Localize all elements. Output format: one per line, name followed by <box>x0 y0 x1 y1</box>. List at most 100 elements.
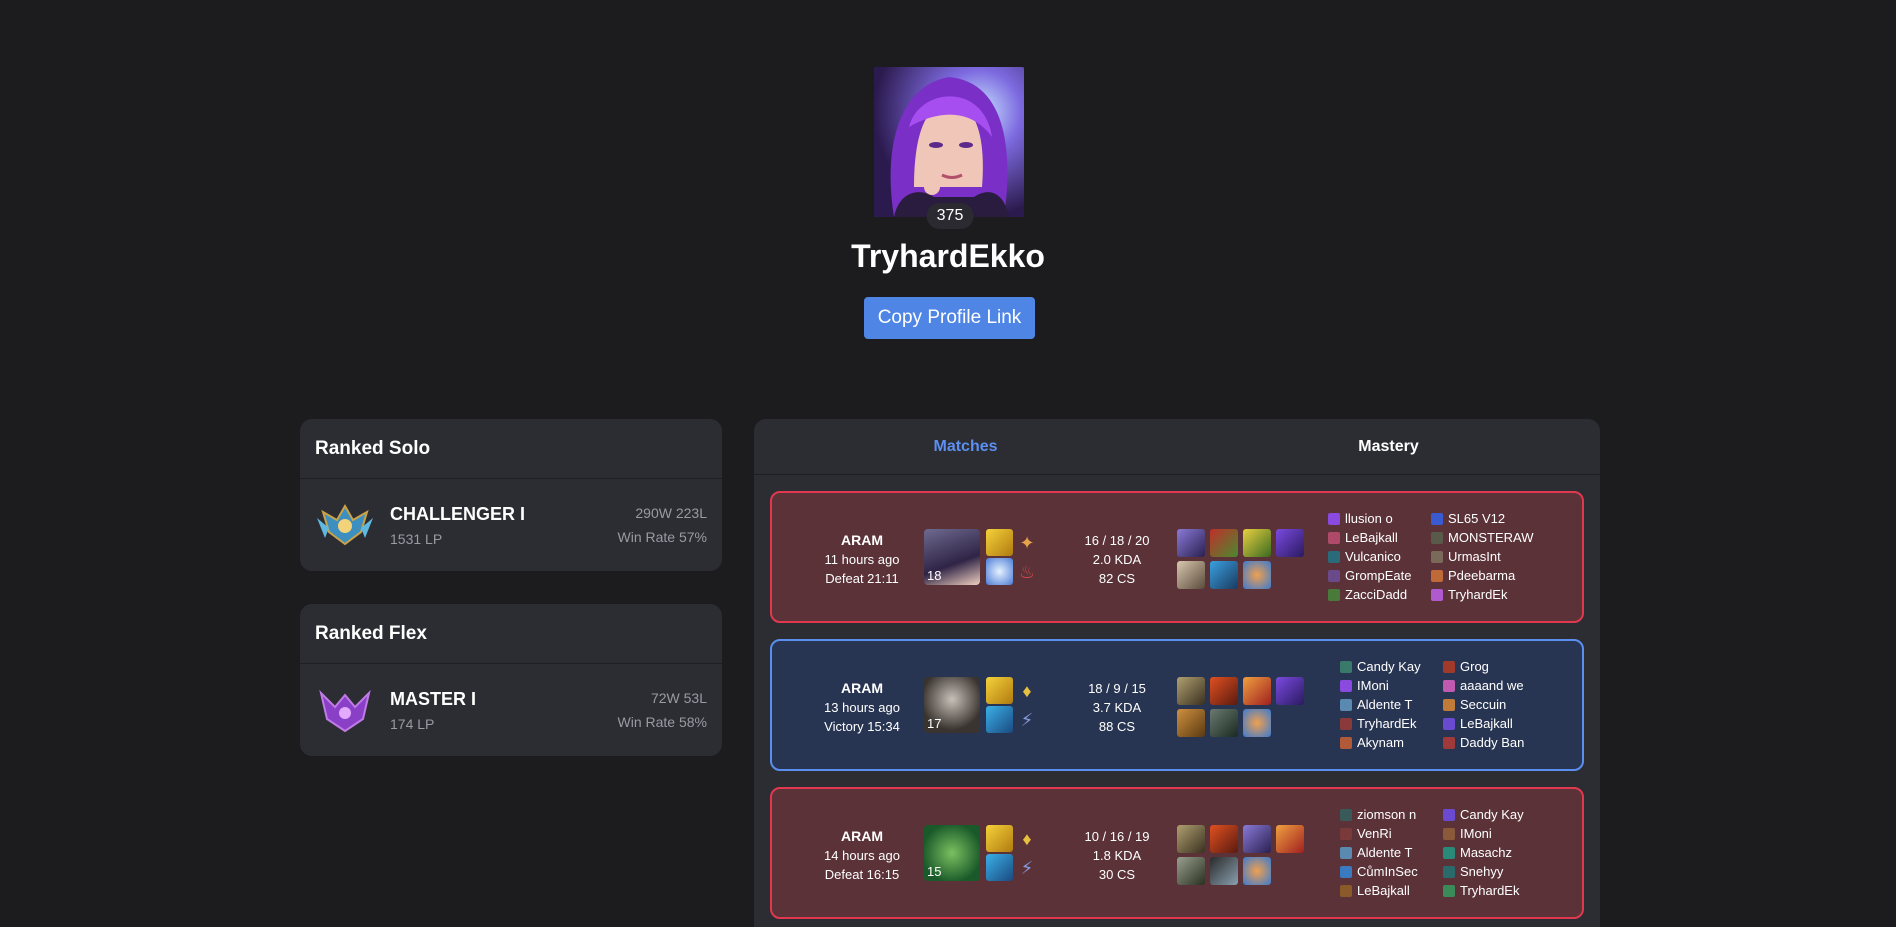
player-entry[interactable]: IMoni <box>1340 676 1443 695</box>
level-badge: 375 <box>926 203 974 229</box>
copy-profile-link-button[interactable]: Copy Profile Link <box>864 297 1035 339</box>
match-time: 11 hours ago <box>824 552 900 567</box>
match-result: Victory 15:34 <box>824 719 900 734</box>
rune-secondary-icon: ♨ <box>1018 561 1036 582</box>
item-icon <box>1243 709 1271 737</box>
cs-count: 88 CS <box>1098 719 1136 734</box>
player-entry[interactable]: ZacciDadd <box>1328 585 1431 604</box>
player-entry[interactable]: LeBajkall <box>1340 881 1443 900</box>
match-card[interactable]: ARAM 13 hours ago Victory 15:34 17 ♦ ⚡ 1… <box>770 639 1584 771</box>
player-entry[interactable]: TryhardEk <box>1443 881 1546 900</box>
mark-spell-icon <box>986 854 1013 881</box>
item-icon <box>1210 825 1238 853</box>
item-icon <box>1177 825 1205 853</box>
player-entry[interactable]: ziomson n <box>1340 805 1443 824</box>
flash-spell-icon <box>986 677 1013 704</box>
match-players: ziomson n Candy Kay VenRi IMoni Aldente … <box>1340 805 1546 900</box>
rune-secondary-icon: ⚡ <box>1020 857 1034 878</box>
player-entry[interactable]: VenRi <box>1340 824 1443 843</box>
player-entry[interactable]: Candy Kay <box>1340 657 1443 676</box>
profile-avatar-wrap: 375 <box>874 67 1026 229</box>
player-entry[interactable]: aaaand we <box>1443 676 1546 695</box>
match-result: Defeat 21:11 <box>825 571 899 586</box>
item-icon <box>1243 529 1271 557</box>
kda-score: 10 / 16 / 19 <box>1084 829 1150 844</box>
rune-keystone-icon: ♦ <box>1022 680 1032 701</box>
ranked-flex-lp: 174 LP <box>390 715 435 732</box>
player-entry[interactable]: Aldente T <box>1340 695 1443 714</box>
player-entry[interactable]: UrmasInt <box>1431 547 1534 566</box>
item-icon <box>1210 709 1238 737</box>
item-icon <box>1276 825 1304 853</box>
player-entry[interactable]: Pdeebarma <box>1431 566 1534 585</box>
player-entry[interactable]: Daddy Ban <box>1443 733 1546 752</box>
match-players: Candy Kay Grog IMoni aaaand we Aldente T… <box>1340 657 1546 752</box>
player-entry[interactable]: GrompEate <box>1328 566 1431 585</box>
kda-ratio: 1.8 KDA <box>1092 848 1142 863</box>
player-entry[interactable]: Candy Kay <box>1443 805 1546 824</box>
ranked-flex-body: MASTER I 174 LP 72W 53L Win Rate 58% <box>300 664 722 756</box>
ranked-flex-tier: MASTER I <box>390 688 477 709</box>
player-entry[interactable]: MONSTERAW <box>1431 528 1534 547</box>
match-card[interactable]: ARAM 14 hours ago Defeat 16:15 15 ♦ ⚡ 10… <box>770 787 1584 919</box>
kda-score: 18 / 9 / 15 <box>1088 681 1146 696</box>
item-build <box>1177 529 1307 589</box>
match-players: llusion o SL65 V12 LeBajkall MONSTERAW V… <box>1328 509 1534 604</box>
player-entry[interactable]: SL65 V12 <box>1431 509 1534 528</box>
item-icon <box>1177 857 1205 885</box>
item-icon <box>1210 529 1238 557</box>
flash-spell-icon <box>986 529 1013 556</box>
match-result: Defeat 16:15 <box>824 867 900 882</box>
matches-panel: Matches Mastery ARAM 11 hours ago Defeat… <box>754 419 1600 927</box>
panel-tabs: Matches Mastery <box>754 419 1600 475</box>
player-entry[interactable]: Seccuin <box>1443 695 1546 714</box>
tab-mastery[interactable]: Mastery <box>1177 419 1600 474</box>
item-icon <box>1243 857 1271 885</box>
player-entry[interactable]: TryhardEk <box>1431 585 1534 604</box>
ranked-solo-tier: CHALLENGER I <box>390 503 525 524</box>
player-entry[interactable]: Grog <box>1443 657 1546 676</box>
match-mode: ARAM <box>841 532 883 548</box>
player-entry[interactable]: Akynam <box>1340 733 1443 752</box>
item-icon <box>1177 677 1205 705</box>
player-entry[interactable]: LeBajkall <box>1443 714 1546 733</box>
player-entry[interactable]: LeBajkall <box>1328 528 1431 547</box>
champion-level: 18 <box>927 568 942 583</box>
rune-keystone-icon: ✦ <box>1019 532 1035 553</box>
tab-matches[interactable]: Matches <box>754 419 1177 474</box>
player-entry[interactable]: Snehyy <box>1443 862 1546 881</box>
item-icon <box>1276 529 1304 557</box>
player-entry[interactable]: TryhardEk <box>1340 714 1443 733</box>
kda-score: 16 / 18 / 20 <box>1084 533 1150 548</box>
item-icon <box>1243 561 1271 589</box>
player-entry[interactable]: IMoni <box>1443 824 1546 843</box>
item-build <box>1177 825 1307 885</box>
summoner-name: TryhardEkko <box>851 238 1045 274</box>
item-icon <box>1210 857 1238 885</box>
item-icon <box>1177 561 1205 589</box>
player-entry[interactable]: Masachz <box>1443 843 1546 862</box>
cs-count: 82 CS <box>1098 571 1136 586</box>
ranked-flex-title: Ranked Flex <box>300 604 722 664</box>
ranked-solo-body: CHALLENGER I 1531 LP 290W 223L Win Rate … <box>300 479 722 571</box>
match-card[interactable]: ARAM 11 hours ago Defeat 21:11 18 ✦ ♨ 16… <box>770 491 1584 623</box>
mark-spell-icon <box>986 706 1013 733</box>
snowball-spell-icon <box>986 558 1013 585</box>
profile-header: 375 TryhardEkko Copy Profile Link <box>0 0 1896 360</box>
player-entry[interactable]: Vulcanico <box>1328 547 1431 566</box>
master-emblem-icon <box>319 689 371 733</box>
player-entry[interactable]: Aldente T <box>1340 843 1443 862</box>
flash-spell-icon <box>986 825 1013 852</box>
player-entry[interactable]: llusion o <box>1328 509 1431 528</box>
champion-level: 17 <box>927 716 942 731</box>
champion-level: 15 <box>927 864 942 879</box>
match-mode: ARAM <box>841 828 883 844</box>
item-build <box>1177 677 1307 737</box>
ranked-solo-lp: 1531 LP <box>390 530 443 547</box>
match-time: 13 hours ago <box>824 700 900 715</box>
player-entry[interactable]: CůmInSec <box>1340 862 1443 881</box>
ranked-solo-record: 290W 223L <box>635 505 707 521</box>
item-icon <box>1177 709 1205 737</box>
match-time: 14 hours ago <box>824 848 900 863</box>
cs-count: 30 CS <box>1098 867 1136 882</box>
